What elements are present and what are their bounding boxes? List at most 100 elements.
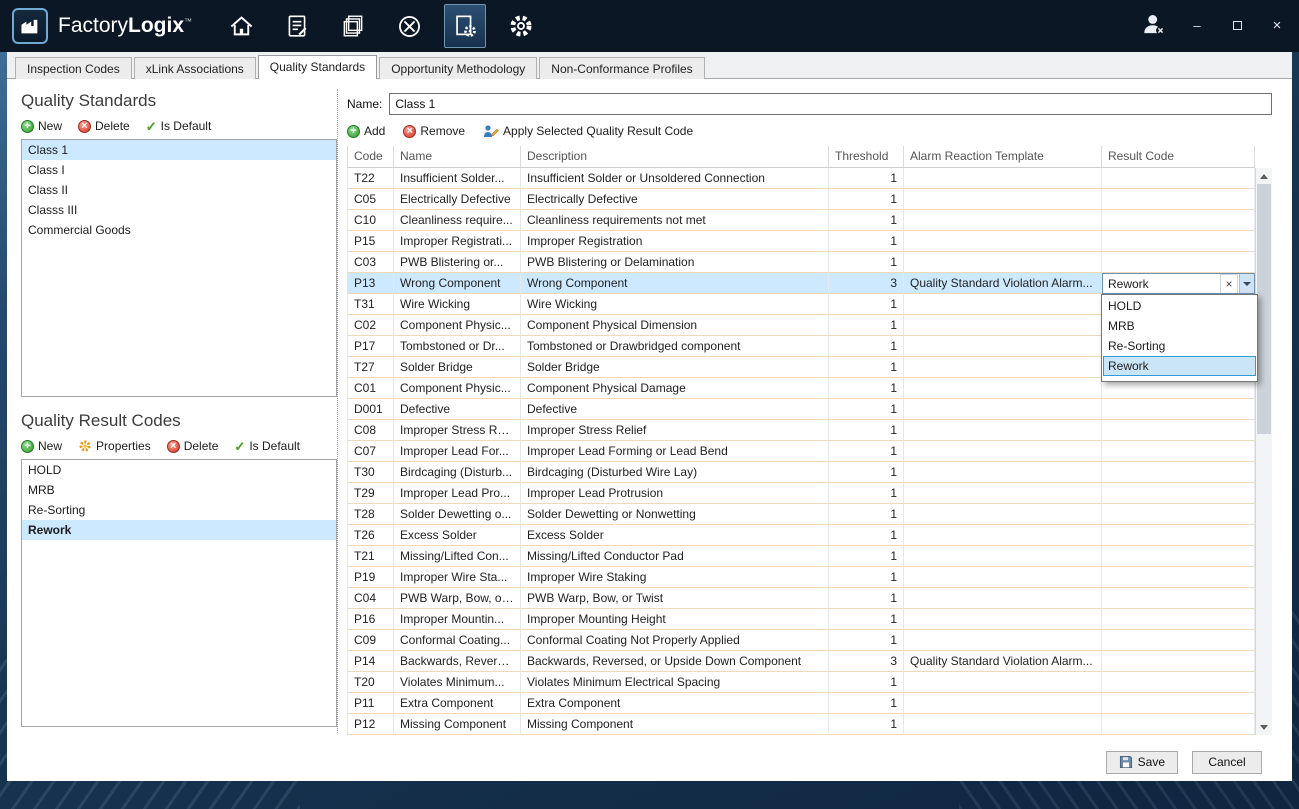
titlebar-right: – × xyxy=(1141,12,1287,41)
name-input[interactable] xyxy=(389,93,1272,115)
table-row[interactable]: P16Improper Mountin...Improper Mounting … xyxy=(347,609,1255,630)
table-row[interactable]: C10Cleanliness require...Cleanliness req… xyxy=(347,210,1255,231)
list-item[interactable]: HOLD xyxy=(22,460,336,480)
app-title: FactoryLogix™ xyxy=(58,14,192,38)
worksheet-icon[interactable] xyxy=(276,4,318,48)
cell-alarm-template xyxy=(904,441,1102,462)
cell-code: T29 xyxy=(347,483,394,504)
quality-module-icon[interactable] xyxy=(444,4,486,48)
table-row[interactable]: T21Missing/Lifted Con...Missing/Lifted C… xyxy=(347,546,1255,567)
home-icon[interactable] xyxy=(220,4,262,48)
cell-result-code[interactable]: Rework× xyxy=(1102,273,1255,294)
left-panel: Quality Standards +New ×Delete ✓Is Defau… xyxy=(7,79,337,743)
dropdown-option[interactable]: HOLD xyxy=(1103,296,1256,316)
cell-threshold: 1 xyxy=(829,441,904,462)
table-row[interactable]: T28Solder Dewetting o...Solder Dewetting… xyxy=(347,504,1255,525)
table-scrollbar[interactable] xyxy=(1255,168,1272,735)
list-item[interactable]: Classs III xyxy=(22,200,336,220)
body: Quality Standards +New ×Delete ✓Is Defau… xyxy=(7,79,1292,743)
table-row[interactable]: P11Extra ComponentExtra Component1 xyxy=(347,693,1255,714)
cell-threshold: 3 xyxy=(829,273,904,294)
table-row[interactable]: C08Improper Stress Re...Improper Stress … xyxy=(347,420,1255,441)
cell-threshold: 1 xyxy=(829,504,904,525)
table-row[interactable]: C03PWB Blistering or...PWB Blistering or… xyxy=(347,252,1255,273)
cell-alarm-template xyxy=(904,546,1102,567)
app-logo-icon xyxy=(12,8,48,44)
tab-opportunity-methodology[interactable]: Opportunity Methodology xyxy=(379,57,537,79)
table-row[interactable]: P12Missing ComponentMissing Component1 xyxy=(347,714,1255,735)
scrollbar-thumb[interactable] xyxy=(1257,184,1271,434)
scrollbar-down-arrow[interactable] xyxy=(1256,719,1272,735)
table-row[interactable]: T29Improper Lead Pro...Improper Lead Pro… xyxy=(347,483,1255,504)
scrollbar-up-arrow[interactable] xyxy=(1256,168,1272,184)
table-row[interactable]: T30Birdcaging (Disturb...Birdcaging (Dis… xyxy=(347,462,1255,483)
table-row[interactable]: C05Electrically DefectiveElectrically De… xyxy=(347,189,1255,210)
cell-code: P15 xyxy=(347,231,394,252)
table-row[interactable]: C07Improper Lead For...Improper Lead For… xyxy=(347,441,1255,462)
dropdown-option[interactable]: MRB xyxy=(1103,316,1256,336)
table-row[interactable]: T22Insufficient Solder...Insufficient So… xyxy=(347,168,1255,189)
list-item[interactable]: Re-Sorting xyxy=(22,500,336,520)
table-row[interactable]: D001DefectiveDefective1 xyxy=(347,399,1255,420)
table-row[interactable]: C09Conformal Coating...Conformal Coating… xyxy=(347,630,1255,651)
list-item[interactable]: Class 1 xyxy=(22,140,336,160)
plus-icon: + xyxy=(347,125,360,138)
cell-name: PWB Blistering or... xyxy=(394,252,521,273)
cell-description: Improper Lead Forming or Lead Bend xyxy=(521,441,829,462)
dropdown-option[interactable]: Rework xyxy=(1103,356,1256,376)
cell-result-code xyxy=(1102,588,1255,609)
remove-button[interactable]: ×Remove xyxy=(403,124,465,138)
plus-icon: + xyxy=(21,120,34,133)
settings-gear-icon[interactable] xyxy=(500,4,542,48)
quality-result-codes-list[interactable]: HOLDMRBRe-SortingRework xyxy=(21,459,337,727)
list-item[interactable]: Commercial Goods xyxy=(22,220,336,240)
table-row[interactable]: C04PWB Warp, Bow, or...PWB Warp, Bow, or… xyxy=(347,588,1255,609)
list-item[interactable]: Class II xyxy=(22,180,336,200)
dropdown-chevron-icon[interactable] xyxy=(1239,274,1254,293)
tab-xlink-associations[interactable]: xLink Associations xyxy=(134,57,256,79)
tab-inspection-codes[interactable]: Inspection Codes xyxy=(15,57,132,79)
table-row[interactable]: P13Wrong ComponentWrong Component3Qualit… xyxy=(347,273,1255,294)
dropdown-option[interactable]: Re-Sorting xyxy=(1103,336,1256,356)
cell-code: C03 xyxy=(347,252,394,273)
result-codes-is-default-button[interactable]: ✓Is Default xyxy=(234,439,300,453)
tab-non-conformance-profiles[interactable]: Non-Conformance Profiles xyxy=(539,57,704,79)
cancel-button[interactable]: Cancel xyxy=(1192,751,1262,774)
quality-standards-list[interactable]: Class 1Class IClass IIClasss IIICommerci… xyxy=(21,139,337,397)
cell-description: PWB Warp, Bow, or Twist xyxy=(521,588,829,609)
table-row[interactable]: T26Excess SolderExcess Solder1 xyxy=(347,525,1255,546)
list-item[interactable]: Rework xyxy=(22,520,336,540)
standards-delete-button[interactable]: ×Delete xyxy=(78,119,130,133)
table-row[interactable]: P14Backwards, Reverse...Backwards, Rever… xyxy=(347,651,1255,672)
standards-new-button[interactable]: +New xyxy=(21,119,62,133)
cell-result-code xyxy=(1102,567,1255,588)
result-codes-new-button[interactable]: +New xyxy=(21,439,62,453)
table-row[interactable]: P19Improper Wire Sta...Improper Wire Sta… xyxy=(347,567,1255,588)
save-button[interactable]: Save xyxy=(1106,751,1178,774)
close-button[interactable]: × xyxy=(1267,19,1287,33)
minimize-button[interactable]: – xyxy=(1187,19,1207,33)
documents-stack-icon[interactable] xyxy=(332,4,374,48)
list-item[interactable]: Class I xyxy=(22,160,336,180)
apply-selected-result-code-button[interactable]: Apply Selected Quality Result Code xyxy=(483,124,693,138)
cell-threshold: 1 xyxy=(829,294,904,315)
cell-description: Missing Component xyxy=(521,714,829,735)
cell-threshold: 3 xyxy=(829,651,904,672)
cell-alarm-template xyxy=(904,672,1102,693)
table-row[interactable]: P15Improper Registrati...Improper Regist… xyxy=(347,231,1255,252)
table-row[interactable]: T20Violates Minimum...Violates Minimum E… xyxy=(347,672,1255,693)
table-columns: CodeNameDescriptionThresholdAlarm Reacti… xyxy=(347,146,1255,735)
tab-quality-standards[interactable]: Quality Standards xyxy=(258,55,377,79)
standards-is-default-button[interactable]: ✓Is Default xyxy=(146,119,212,133)
cell-threshold: 1 xyxy=(829,399,904,420)
maximize-button[interactable] xyxy=(1227,19,1247,33)
cell-alarm-template xyxy=(904,315,1102,336)
list-item[interactable]: MRB xyxy=(22,480,336,500)
add-button[interactable]: +Add xyxy=(347,124,385,138)
clear-result-icon[interactable]: × xyxy=(1220,274,1238,294)
navigator-icon[interactable] xyxy=(388,4,430,48)
result-codes-delete-button[interactable]: ×Delete xyxy=(167,439,219,453)
result-codes-properties-button[interactable]: Properties xyxy=(78,439,151,453)
cell-description: Improper Mounting Height xyxy=(521,609,829,630)
user-account-icon[interactable] xyxy=(1141,12,1167,41)
